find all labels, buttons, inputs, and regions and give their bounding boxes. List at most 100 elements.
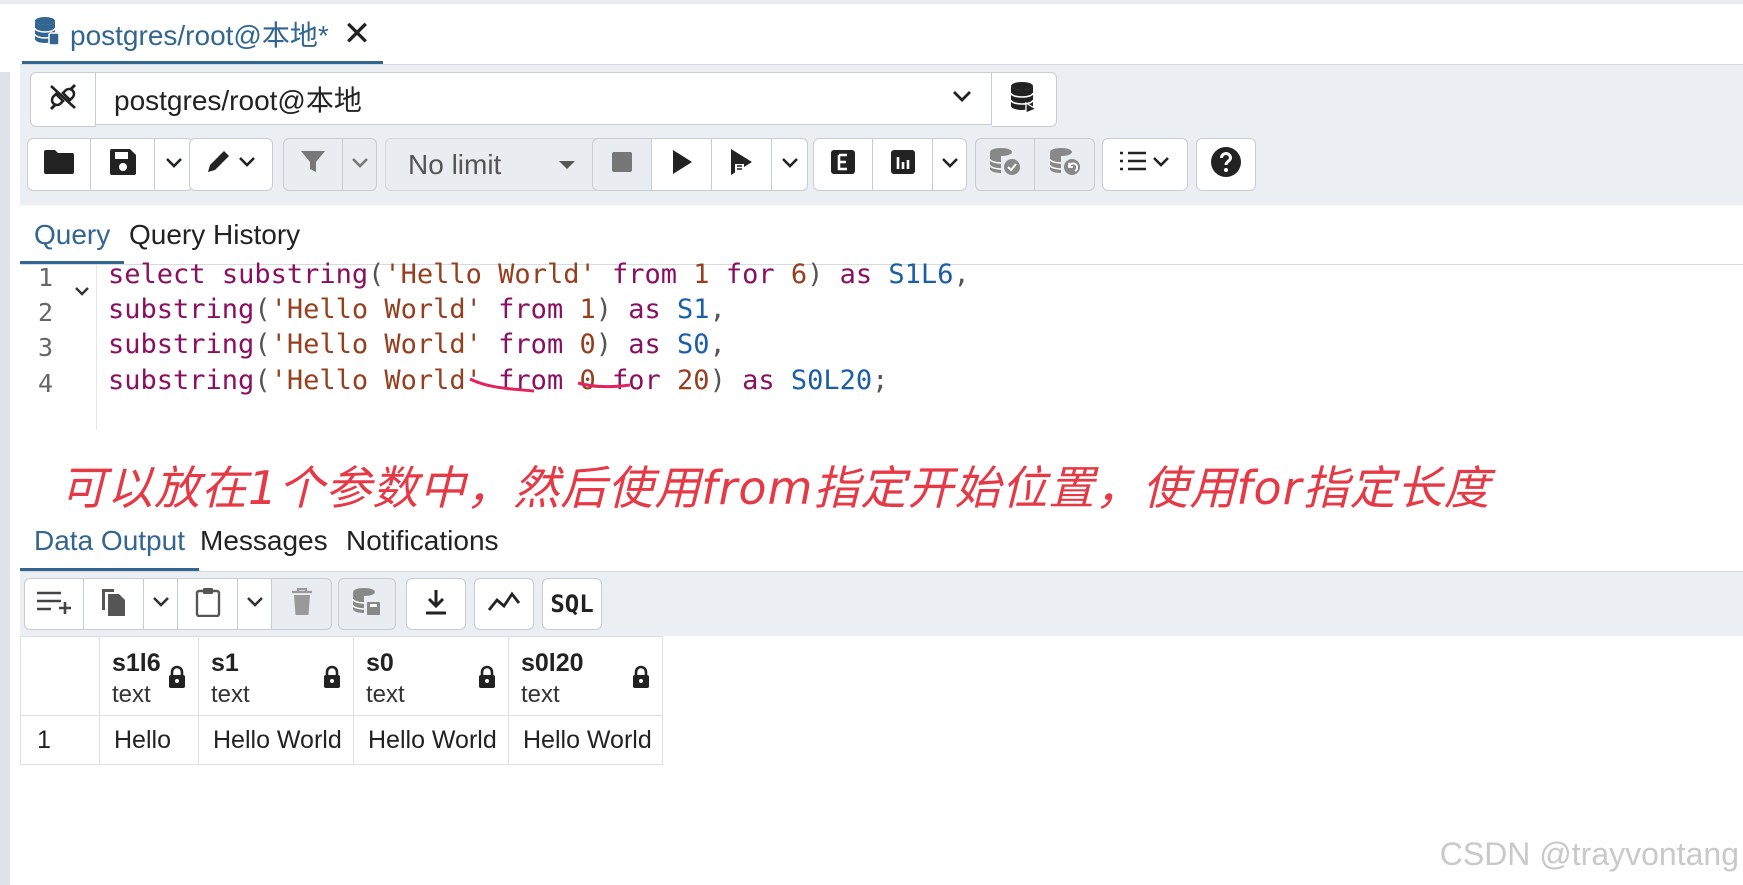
tab-query-history[interactable]: Query History [129,207,300,264]
new-connection-button[interactable] [992,72,1057,127]
delete-row-button[interactable] [272,578,332,630]
row-limit-value: No limit [408,148,502,180]
save-button[interactable] [91,138,155,191]
save-data-group [338,578,396,632]
copy-icon [100,587,128,622]
macros-button[interactable] [1102,138,1188,191]
explain-analyze-button[interactable] [873,138,933,191]
code-line: select substring('Hello World' from 1 fo… [108,259,970,290]
close-icon[interactable]: ✕ [343,17,372,51]
database-save-icon [352,587,382,622]
sql-label: SQL [550,590,594,618]
download-icon [424,588,448,621]
lock-icon [168,665,186,694]
tab-query[interactable]: Query [20,207,125,264]
line-number: 1 [38,263,54,292]
row-limit-select[interactable]: No limit [385,138,605,191]
code-line: substring('Hello World' from 0) as S0, [108,329,726,360]
red-underline-marks [469,377,631,393]
result-grid: s1l6 text s1 text s0 text s0l20 text 1 H… [20,636,663,765]
connection-bar: postgres/root@本地 [30,72,1057,127]
stop-icon [611,151,633,178]
execute-options-dropdown[interactable] [772,138,808,191]
graph-visualiser-button[interactable] [474,578,534,630]
explain-button[interactable] [813,138,873,191]
column-header[interactable]: s1 text [198,636,354,716]
chevron-down-icon [351,156,369,174]
filter-button[interactable] [283,138,343,191]
column-type: text [211,681,250,708]
connection-status-button[interactable] [30,72,96,127]
fold-chevron-icon[interactable] [74,283,90,301]
open-file-button[interactable] [27,138,91,191]
filter-icon [300,149,326,180]
folder-icon [43,149,75,180]
grid-cell[interactable]: Hello [99,715,199,765]
database-icon [34,16,60,51]
help-button[interactable] [1196,138,1256,191]
row-edit-group [24,578,332,632]
top-border [0,0,1743,4]
tab-messages[interactable]: Messages [200,513,328,571]
database-undo-icon [1048,147,1081,182]
explain-icon [830,149,856,180]
save-options-dropdown[interactable] [155,138,193,191]
chevron-down-icon [941,156,959,174]
connection-select[interactable]: postgres/root@本地 [96,72,992,125]
copy-options-dropdown[interactable] [144,578,178,630]
help-icon [1210,146,1242,183]
edit-options-button[interactable] [189,138,273,191]
grid-cell[interactable]: Hello World [508,715,663,765]
save-icon [109,148,137,181]
lock-icon [632,665,650,694]
query-tool-tab[interactable]: postgres/root@本地* ✕ [22,6,384,64]
save-data-changes-button[interactable] [338,578,396,630]
copy-button[interactable] [84,578,144,630]
column-header[interactable]: s0l20 text [508,636,663,716]
paste-options-dropdown[interactable] [238,578,272,630]
commit-button[interactable] [975,138,1035,191]
stop-button[interactable] [592,138,652,191]
chevron-down-icon [246,595,264,613]
line-number: 3 [38,333,54,362]
chart-bars-icon [890,149,916,180]
help-group [1196,138,1256,193]
filter-dropdown[interactable] [343,138,377,191]
pencil-icon [204,148,258,181]
column-name: s1 [211,649,239,677]
column-name: s0 [366,649,394,677]
code-line: substring('Hello World' from 1) as S1, [108,294,726,325]
filter-group [283,138,377,193]
play-icon [671,149,693,180]
rollback-button[interactable] [1035,138,1095,191]
disconnected-plug-icon [46,80,80,119]
add-row-button[interactable] [24,578,84,630]
table-row[interactable]: 1 Hello Hello World Hello World Hello Wo… [20,715,663,765]
numbered-list-icon [1118,149,1172,180]
watermark-text: CSDN @trayvontang [1439,836,1739,872]
grid-cell[interactable]: Hello World [353,715,509,765]
chevron-down-icon [951,89,973,108]
paste-button[interactable] [178,578,238,630]
graph-group [474,578,534,632]
execute-script-button[interactable] [712,138,772,191]
database-lock-icon [1010,81,1038,118]
tab-data-output[interactable]: Data Output [20,513,199,571]
tab-notifications[interactable]: Notifications [346,513,499,571]
left-panel-edge [0,72,10,885]
column-header[interactable]: s1l6 text [99,636,199,716]
download-button[interactable] [406,578,466,630]
sql-editor[interactable]: 1 2 3 4 select substring('Hello World' f… [20,259,1743,430]
column-header[interactable]: s0 text [353,636,509,716]
play-script-icon [729,148,755,181]
execute-button[interactable] [652,138,712,191]
output-tabs: Data Output Messages Notifications [20,513,1743,572]
lock-icon [323,665,341,694]
explain-options-dropdown[interactable] [933,138,967,191]
row-number[interactable]: 1 [20,715,100,765]
grid-cell[interactable]: Hello World [198,715,354,765]
line-gutter: 1 2 3 4 [20,263,97,430]
line-number: 2 [38,298,54,327]
line-number: 4 [38,369,54,398]
view-sql-button[interactable]: SQL [542,578,602,630]
